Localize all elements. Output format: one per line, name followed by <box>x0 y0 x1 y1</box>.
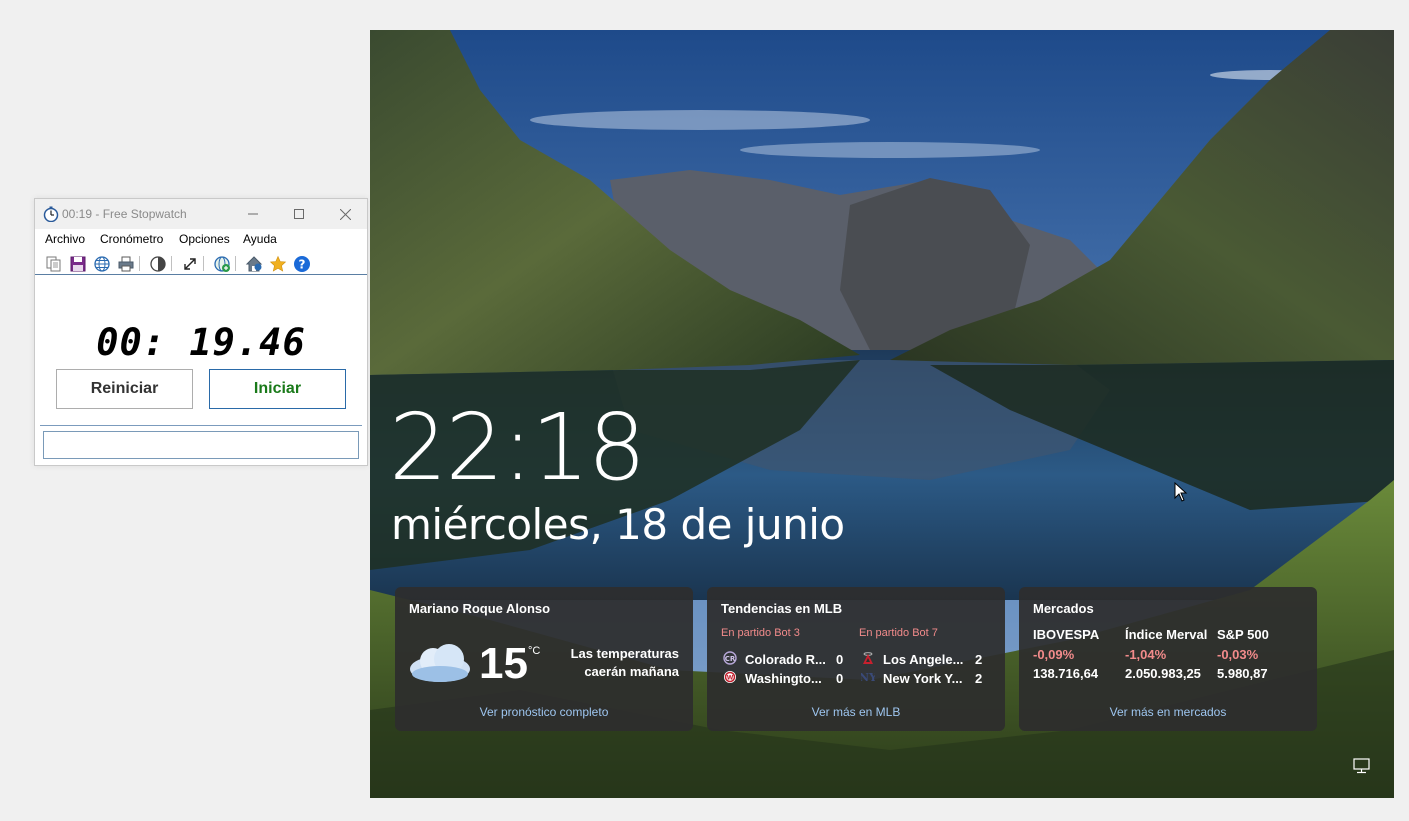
minimize-icon <box>248 213 258 215</box>
note-input[interactable] <box>43 431 359 459</box>
market-name: S&P 500 <box>1217 627 1269 642</box>
maximize-button[interactable] <box>276 199 322 229</box>
menu-bar: Archivo Cronómetro Opciones Ayuda <box>35 229 367 249</box>
weather-forecast-link[interactable]: Ver pronóstico completo <box>395 705 693 719</box>
nationals-logo-icon: W <box>724 671 736 683</box>
mlb-title: Tendencias en MLB <box>721 601 843 616</box>
globe-icon[interactable] <box>93 255 111 273</box>
menu-archivo[interactable]: Archivo <box>45 232 85 246</box>
team-name: New York Y... <box>883 671 963 686</box>
rockies-logo-icon: CR <box>723 651 737 665</box>
toolbar-separator <box>139 256 140 271</box>
team-score: 2 <box>975 671 983 686</box>
stopwatch-icon <box>43 206 59 222</box>
yankees-logo-icon: NY <box>861 671 875 684</box>
weather-description: Las temperaturas caerán mañana <box>570 646 679 679</box>
help-icon[interactable]: ? <box>293 255 311 273</box>
svg-text:NY: NY <box>861 671 875 684</box>
save-icon[interactable] <box>69 255 87 273</box>
markets-title: Mercados <box>1033 601 1094 616</box>
menu-ayuda[interactable]: Ayuda <box>243 232 277 246</box>
angels-logo-icon <box>863 652 873 664</box>
svg-text:?: ? <box>299 258 306 272</box>
mlb-more-link[interactable]: Ver más en MLB <box>707 705 1005 719</box>
market-value: 138.716,64 <box>1033 666 1099 681</box>
market-name: IBOVESPA <box>1033 627 1100 642</box>
cloud-icon <box>410 644 470 682</box>
maximize-icon <box>294 209 304 219</box>
team-name: Colorado R... <box>745 652 826 667</box>
market-change: -0,09% <box>1033 647 1075 662</box>
fullscreen-icon[interactable] <box>181 255 199 273</box>
market-change: -0,03% <box>1217 647 1259 662</box>
market-value: 2.050.983,25 <box>1125 666 1201 681</box>
weather-unit: °C <box>528 645 541 657</box>
toolbar-separator <box>203 256 204 271</box>
team-score: 0 <box>836 671 844 686</box>
close-button[interactable] <box>322 199 368 229</box>
contrast-icon[interactable] <box>149 255 167 273</box>
lock-clock: 22:18 <box>389 394 646 501</box>
close-icon <box>339 208 351 220</box>
game-status: En partido Bot 3 <box>721 627 800 639</box>
lock-screen: 22:18 miércoles, 18 de junio Mariano Roq… <box>370 30 1394 798</box>
toolbar: ? <box>35 251 367 275</box>
market-value: 5.980,87 <box>1217 666 1268 681</box>
stopwatch-window: 00:19 - Free Stopwatch Archivo Cronómetr… <box>34 198 368 466</box>
toolbar-separator <box>171 256 172 271</box>
menu-opciones[interactable]: Opciones <box>179 232 230 246</box>
home-icon[interactable] <box>245 255 263 273</box>
toolbar-separator <box>235 256 236 271</box>
team-name: Los Angele... <box>883 652 964 667</box>
svg-text:CR: CR <box>725 655 736 663</box>
market-change: -1,04% <box>1125 647 1167 662</box>
network-icon[interactable] <box>1353 758 1371 774</box>
copy-icon[interactable] <box>45 255 63 273</box>
team-score: 0 <box>836 652 844 667</box>
market-name: Índice Merval <box>1125 627 1208 642</box>
title-bar[interactable]: 00:19 - Free Stopwatch <box>35 199 367 229</box>
star-icon[interactable] <box>269 255 287 273</box>
mouse-cursor-icon <box>1174 482 1188 502</box>
weather-location: Mariano Roque Alonso <box>409 601 551 616</box>
divider <box>40 425 362 426</box>
mlb-card[interactable]: Tendencias en MLB En partido Bot 3 CR Co… <box>707 587 1005 731</box>
markets-card[interactable]: Mercados IBOVESPA -0,09% 138.716,64 Índi… <box>1019 587 1317 731</box>
time-display: 00: 19.46 <box>96 321 306 364</box>
team-score: 2 <box>975 652 983 667</box>
web-clock-icon[interactable] <box>213 255 231 273</box>
svg-text:W: W <box>727 675 734 682</box>
print-icon[interactable] <box>117 255 135 273</box>
markets-more-link[interactable]: Ver más en mercados <box>1019 705 1317 719</box>
weather-temperature: 15 <box>479 639 528 688</box>
window-title: 00:19 - Free Stopwatch <box>62 207 187 221</box>
weather-card[interactable]: Mariano Roque Alonso 15 °C Las temperatu… <box>395 587 693 731</box>
start-button[interactable]: Iniciar <box>209 369 346 409</box>
lock-date: miércoles, 18 de junio <box>391 500 845 549</box>
game-status: En partido Bot 7 <box>859 627 938 639</box>
minimize-button[interactable] <box>230 199 276 229</box>
menu-cronometro[interactable]: Cronómetro <box>100 232 163 246</box>
team-name: Washingto... <box>745 671 822 686</box>
reset-button[interactable]: Reiniciar <box>56 369 193 409</box>
